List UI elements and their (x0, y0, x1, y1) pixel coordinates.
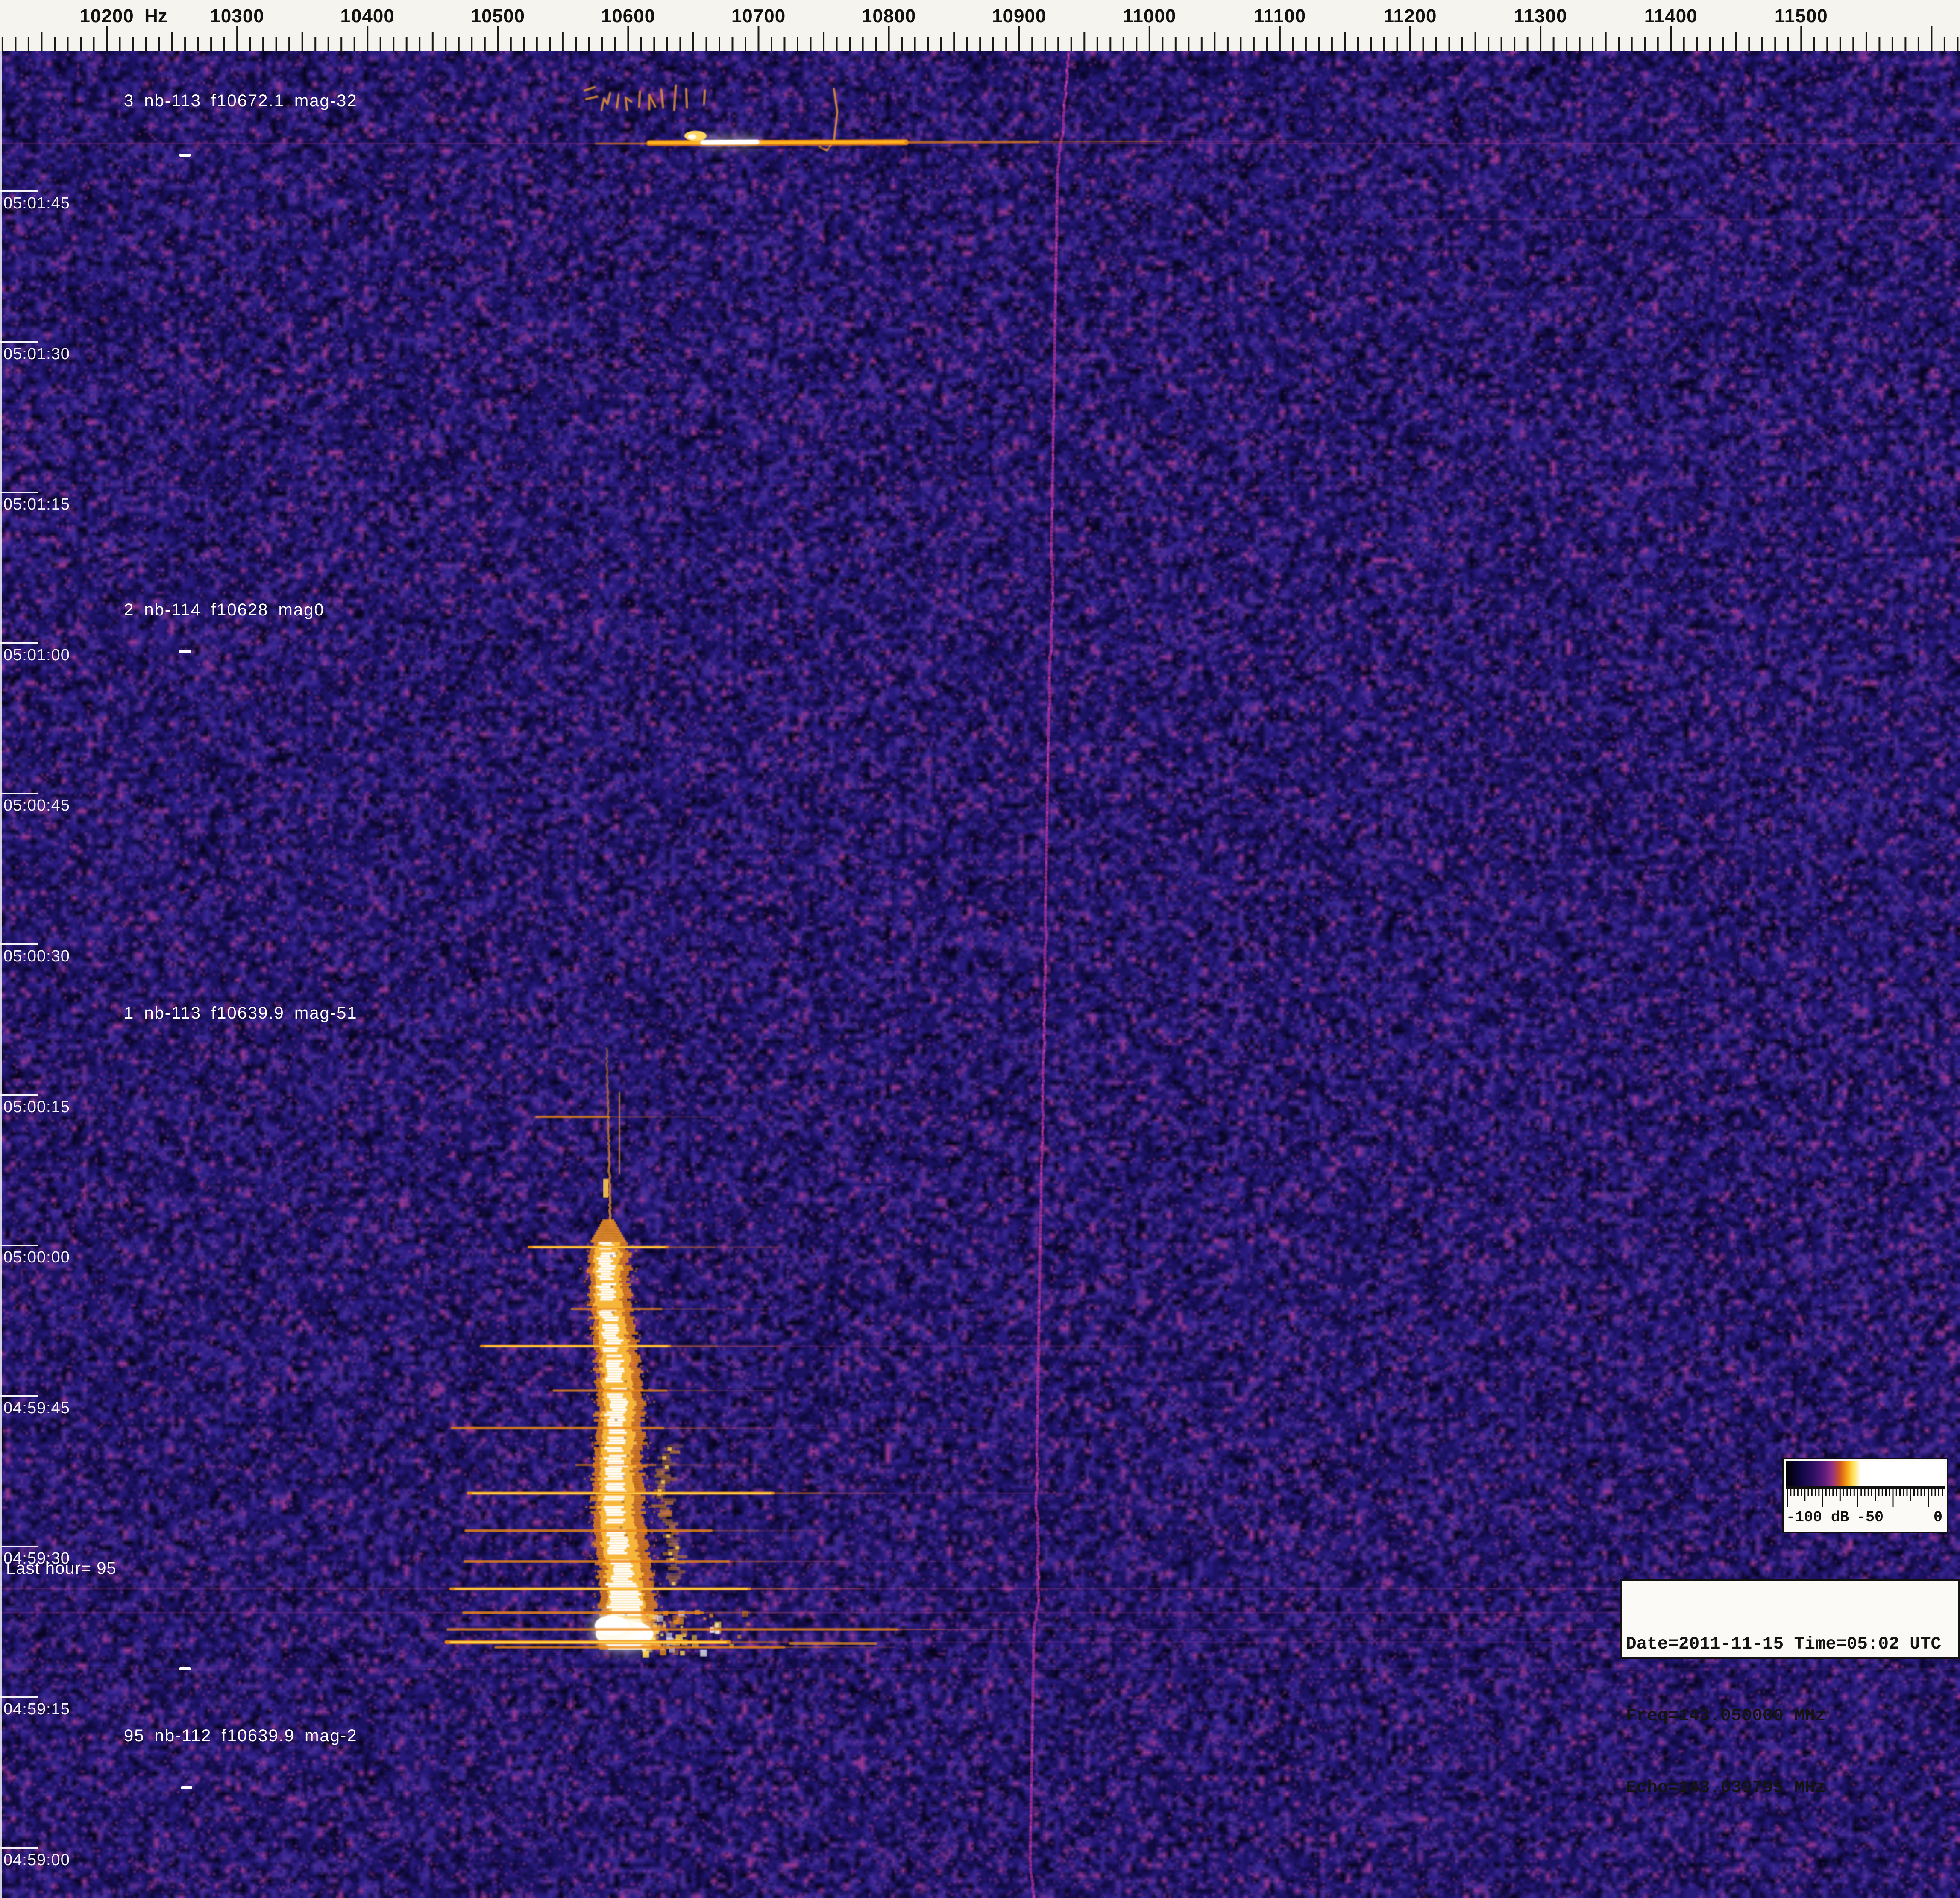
event-label: 1 nb-113 f10639.9 mag-51 (124, 1004, 358, 1023)
time-tick (0, 1546, 38, 1547)
time-tick (0, 642, 38, 644)
time-label: 05:01:15 (3, 495, 70, 514)
svg-text:11500: 11500 (1775, 6, 1828, 26)
time-label: 05:01:30 (3, 345, 70, 363)
frequency-ruler: 10200 Hz 10300 10400 10500 10600 10700 10800 109… (0, 0, 1960, 51)
time-tick (0, 1847, 38, 1849)
time-label: 05:01:00 (3, 646, 70, 665)
event-marker-dash (181, 1786, 192, 1789)
time-tick (0, 943, 38, 945)
svg-text:11200: 11200 (1384, 6, 1437, 26)
left-axis-line (0, 51, 2, 1898)
time-tick (0, 1696, 38, 1698)
event-marker-dash (179, 154, 191, 157)
time-label: 05:01:45 (3, 194, 70, 213)
colorbar-ruler (1786, 1488, 1945, 1509)
time-tick (0, 1094, 38, 1096)
svg-text:11000: 11000 (1123, 6, 1176, 26)
last-hour-counter: Last hour= 95 (6, 1559, 117, 1578)
time-label: 04:59:00 (3, 1851, 70, 1869)
info-echo-line: Echo=143.039795 MHz (1626, 1776, 1954, 1800)
info-freq-line: Freq=143.050000 MHz (1626, 1704, 1954, 1728)
svg-text:11100: 11100 (1254, 6, 1306, 26)
time-tick (0, 1245, 38, 1246)
svg-text:11400: 11400 (1644, 6, 1698, 26)
svg-text:10800: 10800 (862, 6, 916, 26)
svg-text:10900: 10900 (992, 6, 1046, 26)
colorbar-gradient (1786, 1461, 1945, 1488)
colorbar-legend: -100 dB -50 0 (1782, 1458, 1948, 1533)
status-info-box: Date=2011-11-15 Time=05:02 UTC Freq=143.… (1620, 1579, 1960, 1659)
event-label: 95 nb-112 f10639.9 mag-2 (124, 1726, 358, 1746)
svg-text:10600: 10600 (601, 6, 655, 26)
svg-text:10200: 10200 (79, 6, 134, 26)
time-tick (0, 793, 38, 794)
time-label: 04:59:15 (3, 1700, 70, 1719)
event-label: 3 nb-113 f10672.1 mag-32 (124, 91, 358, 111)
event-label: 2 nb-114 f10628 mag0 (124, 600, 325, 620)
colorbar-min-label: -100 dB (1786, 1509, 1849, 1526)
svg-text:10400: 10400 (340, 6, 395, 26)
time-label: 05:00:45 (3, 797, 70, 815)
frequency-ruler-ticks: 10200 Hz 10300 10400 10500 10600 10700 10800 109… (0, 0, 1960, 51)
time-label: 04:59:45 (3, 1399, 70, 1418)
colorbar-max-label: 0 (1934, 1509, 1942, 1526)
colorbar-mid-label: -50 (1857, 1509, 1884, 1526)
time-tick (0, 190, 38, 192)
time-tick (0, 492, 38, 493)
time-label: 05:00:30 (3, 947, 70, 966)
svg-text:10500: 10500 (471, 6, 525, 26)
info-date-line: Date=2011-11-15 Time=05:02 UTC (1626, 1632, 1954, 1656)
meteor-waterfall-app: 10200 Hz 10300 10400 10500 10600 10700 10800 109… (0, 0, 1960, 1898)
event-marker-dash (179, 650, 191, 653)
svg-text:10700: 10700 (731, 6, 786, 26)
svg-text:10300: 10300 (210, 6, 264, 26)
time-label: 05:00:00 (3, 1248, 70, 1267)
time-tick (0, 1395, 38, 1397)
svg-text:Hz: Hz (144, 6, 167, 26)
svg-text:11300: 11300 (1514, 6, 1567, 26)
time-tick (0, 341, 38, 343)
colorbar-labels: -100 dB -50 0 (1784, 1509, 1947, 1531)
event-marker-dash (179, 1667, 191, 1670)
time-label: 05:00:15 (3, 1098, 70, 1116)
